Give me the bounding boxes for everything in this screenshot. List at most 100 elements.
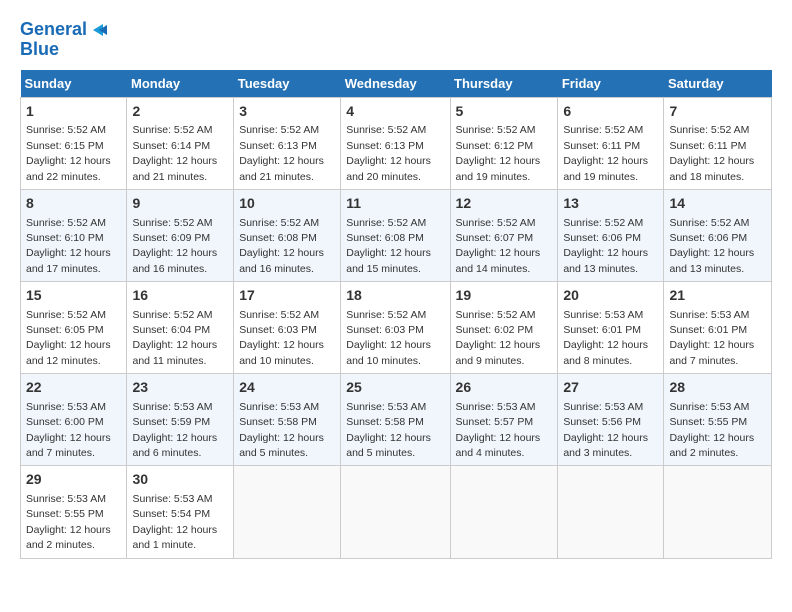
day-number: 20 <box>563 286 658 306</box>
calendar-cell <box>558 466 664 558</box>
day-info: Sunrise: 5:53 AM Sunset: 5:55 PM Dayligh… <box>26 493 111 551</box>
calendar-cell: 12 Sunrise: 5:52 AM Sunset: 6:07 PM Dayl… <box>450 189 558 281</box>
day-number: 30 <box>132 470 228 490</box>
day-number: 12 <box>456 194 553 214</box>
day-info: Sunrise: 5:53 AM Sunset: 5:56 PM Dayligh… <box>563 401 648 459</box>
day-number: 16 <box>132 286 228 306</box>
header-thursday: Thursday <box>450 70 558 98</box>
day-info: Sunrise: 5:52 AM Sunset: 6:08 PM Dayligh… <box>346 217 431 275</box>
calendar-cell: 13 Sunrise: 5:52 AM Sunset: 6:06 PM Dayl… <box>558 189 664 281</box>
header-friday: Friday <box>558 70 664 98</box>
calendar-cell: 6 Sunrise: 5:52 AM Sunset: 6:11 PM Dayli… <box>558 97 664 189</box>
day-info: Sunrise: 5:52 AM Sunset: 6:10 PM Dayligh… <box>26 217 111 275</box>
day-info: Sunrise: 5:52 AM Sunset: 6:03 PM Dayligh… <box>239 309 324 367</box>
calendar-week-row: 8 Sunrise: 5:52 AM Sunset: 6:10 PM Dayli… <box>21 189 772 281</box>
calendar-week-row: 29 Sunrise: 5:53 AM Sunset: 5:55 PM Dayl… <box>21 466 772 558</box>
calendar-cell: 21 Sunrise: 5:53 AM Sunset: 6:01 PM Dayl… <box>664 282 772 374</box>
calendar-cell: 1 Sunrise: 5:52 AM Sunset: 6:15 PM Dayli… <box>21 97 127 189</box>
day-info: Sunrise: 5:53 AM Sunset: 5:59 PM Dayligh… <box>132 401 217 459</box>
day-info: Sunrise: 5:53 AM Sunset: 6:01 PM Dayligh… <box>563 309 648 367</box>
day-number: 1 <box>26 102 121 122</box>
calendar-cell: 5 Sunrise: 5:52 AM Sunset: 6:12 PM Dayli… <box>450 97 558 189</box>
header-tuesday: Tuesday <box>234 70 341 98</box>
calendar-cell: 25 Sunrise: 5:53 AM Sunset: 5:58 PM Dayl… <box>341 374 450 466</box>
day-info: Sunrise: 5:52 AM Sunset: 6:12 PM Dayligh… <box>456 124 541 182</box>
day-info: Sunrise: 5:52 AM Sunset: 6:03 PM Dayligh… <box>346 309 431 367</box>
calendar-cell: 27 Sunrise: 5:53 AM Sunset: 5:56 PM Dayl… <box>558 374 664 466</box>
header-row: Sunday Monday Tuesday Wednesday Thursday… <box>21 70 772 98</box>
calendar-cell: 24 Sunrise: 5:53 AM Sunset: 5:58 PM Dayl… <box>234 374 341 466</box>
day-info: Sunrise: 5:53 AM Sunset: 5:54 PM Dayligh… <box>132 493 217 551</box>
calendar-cell: 9 Sunrise: 5:52 AM Sunset: 6:09 PM Dayli… <box>127 189 234 281</box>
calendar-cell: 15 Sunrise: 5:52 AM Sunset: 6:05 PM Dayl… <box>21 282 127 374</box>
calendar-cell: 7 Sunrise: 5:52 AM Sunset: 6:11 PM Dayli… <box>664 97 772 189</box>
calendar-cell: 2 Sunrise: 5:52 AM Sunset: 6:14 PM Dayli… <box>127 97 234 189</box>
day-number: 22 <box>26 378 121 398</box>
header-monday: Monday <box>127 70 234 98</box>
calendar-cell: 17 Sunrise: 5:52 AM Sunset: 6:03 PM Dayl… <box>234 282 341 374</box>
day-number: 4 <box>346 102 444 122</box>
calendar-cell: 22 Sunrise: 5:53 AM Sunset: 6:00 PM Dayl… <box>21 374 127 466</box>
logo: General Blue <box>20 20 109 60</box>
calendar-cell: 28 Sunrise: 5:53 AM Sunset: 5:55 PM Dayl… <box>664 374 772 466</box>
day-info: Sunrise: 5:53 AM Sunset: 5:58 PM Dayligh… <box>239 401 324 459</box>
calendar-cell: 16 Sunrise: 5:52 AM Sunset: 6:04 PM Dayl… <box>127 282 234 374</box>
day-number: 9 <box>132 194 228 214</box>
day-info: Sunrise: 5:52 AM Sunset: 6:11 PM Dayligh… <box>563 124 648 182</box>
day-number: 24 <box>239 378 335 398</box>
day-number: 13 <box>563 194 658 214</box>
day-number: 8 <box>26 194 121 214</box>
day-number: 2 <box>132 102 228 122</box>
day-info: Sunrise: 5:52 AM Sunset: 6:02 PM Dayligh… <box>456 309 541 367</box>
day-info: Sunrise: 5:52 AM Sunset: 6:09 PM Dayligh… <box>132 217 217 275</box>
calendar-week-row: 22 Sunrise: 5:53 AM Sunset: 6:00 PM Dayl… <box>21 374 772 466</box>
day-info: Sunrise: 5:53 AM Sunset: 5:57 PM Dayligh… <box>456 401 541 459</box>
day-info: Sunrise: 5:52 AM Sunset: 6:07 PM Dayligh… <box>456 217 541 275</box>
day-number: 11 <box>346 194 444 214</box>
calendar-cell: 26 Sunrise: 5:53 AM Sunset: 5:57 PM Dayl… <box>450 374 558 466</box>
calendar-cell: 11 Sunrise: 5:52 AM Sunset: 6:08 PM Dayl… <box>341 189 450 281</box>
day-info: Sunrise: 5:52 AM Sunset: 6:06 PM Dayligh… <box>563 217 648 275</box>
calendar-cell: 19 Sunrise: 5:52 AM Sunset: 6:02 PM Dayl… <box>450 282 558 374</box>
day-number: 14 <box>669 194 766 214</box>
day-number: 19 <box>456 286 553 306</box>
day-info: Sunrise: 5:52 AM Sunset: 6:13 PM Dayligh… <box>239 124 324 182</box>
header-wednesday: Wednesday <box>341 70 450 98</box>
day-info: Sunrise: 5:52 AM Sunset: 6:08 PM Dayligh… <box>239 217 324 275</box>
calendar-week-row: 15 Sunrise: 5:52 AM Sunset: 6:05 PM Dayl… <box>21 282 772 374</box>
day-info: Sunrise: 5:52 AM Sunset: 6:04 PM Dayligh… <box>132 309 217 367</box>
calendar-cell: 23 Sunrise: 5:53 AM Sunset: 5:59 PM Dayl… <box>127 374 234 466</box>
day-info: Sunrise: 5:53 AM Sunset: 5:58 PM Dayligh… <box>346 401 431 459</box>
day-number: 5 <box>456 102 553 122</box>
calendar-week-row: 1 Sunrise: 5:52 AM Sunset: 6:15 PM Dayli… <box>21 97 772 189</box>
calendar-cell: 14 Sunrise: 5:52 AM Sunset: 6:06 PM Dayl… <box>664 189 772 281</box>
day-number: 27 <box>563 378 658 398</box>
day-info: Sunrise: 5:53 AM Sunset: 5:55 PM Dayligh… <box>669 401 754 459</box>
calendar-cell: 30 Sunrise: 5:53 AM Sunset: 5:54 PM Dayl… <box>127 466 234 558</box>
calendar-cell: 4 Sunrise: 5:52 AM Sunset: 6:13 PM Dayli… <box>341 97 450 189</box>
day-number: 18 <box>346 286 444 306</box>
calendar-cell <box>341 466 450 558</box>
header-saturday: Saturday <box>664 70 772 98</box>
calendar-cell <box>450 466 558 558</box>
day-number: 17 <box>239 286 335 306</box>
calendar-table: Sunday Monday Tuesday Wednesday Thursday… <box>20 70 772 559</box>
header-sunday: Sunday <box>21 70 127 98</box>
calendar-cell: 29 Sunrise: 5:53 AM Sunset: 5:55 PM Dayl… <box>21 466 127 558</box>
day-number: 25 <box>346 378 444 398</box>
calendar-cell <box>664 466 772 558</box>
calendar-cell <box>234 466 341 558</box>
day-number: 15 <box>26 286 121 306</box>
day-info: Sunrise: 5:52 AM Sunset: 6:11 PM Dayligh… <box>669 124 754 182</box>
day-number: 7 <box>669 102 766 122</box>
day-info: Sunrise: 5:52 AM Sunset: 6:13 PM Dayligh… <box>346 124 431 182</box>
calendar-cell: 10 Sunrise: 5:52 AM Sunset: 6:08 PM Dayl… <box>234 189 341 281</box>
day-number: 28 <box>669 378 766 398</box>
day-number: 26 <box>456 378 553 398</box>
calendar-cell: 8 Sunrise: 5:52 AM Sunset: 6:10 PM Dayli… <box>21 189 127 281</box>
day-number: 29 <box>26 470 121 490</box>
day-number: 6 <box>563 102 658 122</box>
day-info: Sunrise: 5:53 AM Sunset: 6:00 PM Dayligh… <box>26 401 111 459</box>
day-info: Sunrise: 5:52 AM Sunset: 6:14 PM Dayligh… <box>132 124 217 182</box>
day-info: Sunrise: 5:52 AM Sunset: 6:05 PM Dayligh… <box>26 309 111 367</box>
